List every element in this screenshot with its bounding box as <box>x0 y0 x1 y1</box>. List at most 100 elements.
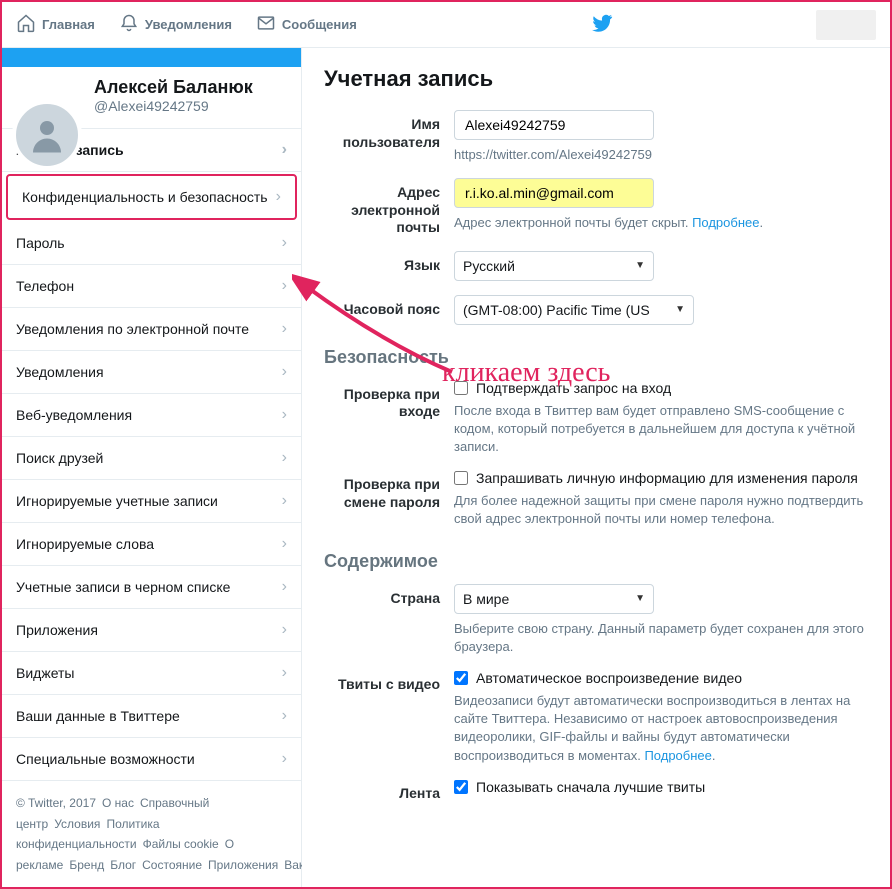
email-hint: Адрес электронной почты будет скрыт. Под… <box>454 214 868 232</box>
chevron-right-icon: › <box>282 277 287 295</box>
sidebar-item-11[interactable]: Приложения› <box>2 609 301 652</box>
username-input[interactable] <box>454 110 654 140</box>
sidebar-item-14[interactable]: Специальные возможности› <box>2 738 301 781</box>
chevron-down-icon: ▼ <box>675 304 685 315</box>
email-input[interactable] <box>454 178 654 208</box>
chevron-right-icon: › <box>282 320 287 338</box>
chevron-right-icon: › <box>282 707 287 725</box>
sidebar-item-label: Учетные записи в черном списке <box>16 579 230 595</box>
sidebar-item-5[interactable]: Уведомления › <box>2 351 301 394</box>
sidebar-item-3[interactable]: Телефон› <box>2 265 301 308</box>
sidebar-item-4[interactable]: Уведомления по электронной почте › <box>2 308 301 351</box>
label-language: Язык <box>324 251 454 275</box>
footer-link[interactable]: Приложения <box>208 858 278 872</box>
sidebar-item-8[interactable]: Игнорируемые учетные записи › <box>2 480 301 523</box>
sidebar-item-label: Игнорируемые слова <box>16 536 154 552</box>
chevron-right-icon: › <box>282 363 287 381</box>
label-pw-change: Проверка при смене пароля <box>324 470 454 511</box>
sidebar-item-13[interactable]: Ваши данные в Твиттере › <box>2 695 301 738</box>
nav-messages-label: Сообщения <box>282 17 357 32</box>
video-autoplay-checkbox[interactable] <box>454 671 468 685</box>
pw-change-hint: Для более надежной защиты при смене паро… <box>454 492 868 528</box>
sidebar-item-10[interactable]: Учетные записи в черном списке › <box>2 566 301 609</box>
country-select[interactable]: В мире▼ <box>454 584 654 614</box>
footer-link[interactable]: Условия <box>54 817 100 831</box>
sidebar-item-label: Виджеты <box>16 665 75 681</box>
chevron-right-icon: › <box>282 492 287 510</box>
label-feed: Лента <box>324 779 454 803</box>
bell-icon <box>119 13 139 36</box>
envelope-icon <box>256 13 276 36</box>
footer-link[interactable]: Блог <box>110 858 136 872</box>
sidebar-item-6[interactable]: Веб-уведомления › <box>2 394 301 437</box>
chevron-right-icon: › <box>282 141 287 159</box>
footer-link[interactable]: Файлы cookie <box>143 837 219 851</box>
sidebar-item-label: Конфиденциальность и безопасность <box>22 189 268 205</box>
section-content: Содержимое <box>324 551 868 572</box>
chevron-down-icon: ▼ <box>635 260 645 271</box>
login-verify-hint: После входа в Твиттер вам будет отправле… <box>454 402 868 457</box>
nav-notifications[interactable]: Уведомления <box>119 13 232 36</box>
footer-copyright: © Twitter, 2017 <box>16 796 96 810</box>
sidebar-item-label: Веб-уведомления <box>16 407 132 423</box>
sidebar-item-label: Ваши данные в Твиттере <box>16 708 180 724</box>
language-select[interactable]: Русский▼ <box>454 251 654 281</box>
sidebar-item-label: Приложения <box>16 622 98 638</box>
chevron-right-icon: › <box>282 234 287 252</box>
chevron-right-icon: › <box>282 406 287 424</box>
nav-messages[interactable]: Сообщения <box>256 13 357 36</box>
home-icon <box>16 13 36 36</box>
label-timezone: Часовой пояс <box>324 295 454 319</box>
sidebar-item-2[interactable]: Пароль › <box>2 222 301 265</box>
label-username: Имя пользователя <box>324 110 454 151</box>
settings-menu: Учетная запись›Конфиденциальность и безо… <box>2 128 301 781</box>
country-hint: Выберите свою страну. Данный параметр бу… <box>454 620 868 656</box>
sidebar-item-label: Игнорируемые учетные записи <box>16 493 218 509</box>
page-title: Учетная запись <box>324 66 868 92</box>
username-url: https://twitter.com/Alexei49242759 <box>454 146 868 164</box>
chevron-down-icon: ▼ <box>635 593 645 604</box>
sidebar-item-label: Уведомления <box>16 364 104 380</box>
label-video: Твиты с видео <box>324 670 454 694</box>
sidebar-item-1[interactable]: Конфиденциальность и безопасность › <box>6 174 297 220</box>
footer-link[interactable]: Состояние <box>142 858 202 872</box>
label-email: Адрес электронной почты <box>324 178 454 237</box>
sidebar-item-7[interactable]: Поиск друзей › <box>2 437 301 480</box>
annotation-text: кликаем здесь <box>442 357 610 389</box>
chevron-right-icon: › <box>282 578 287 596</box>
sidebar-item-9[interactable]: Игнорируемые слова› <box>2 523 301 566</box>
main-panel: Учетная запись Имя пользователя https://… <box>302 48 890 887</box>
footer-link[interactable]: Бренд <box>69 858 104 872</box>
nav-home-label: Главная <box>42 17 95 32</box>
timezone-select[interactable]: (GMT-08:00) Pacific Time (US▼ <box>454 295 694 325</box>
nav-home[interactable]: Главная <box>16 13 95 36</box>
chevron-right-icon: › <box>282 449 287 467</box>
header-avatar[interactable] <box>816 10 876 40</box>
profile-cover <box>2 48 301 67</box>
avatar[interactable] <box>12 100 82 170</box>
top-nav: Главная Уведомления Сообщения <box>2 2 890 48</box>
twitter-logo-icon <box>591 12 613 37</box>
nav-notifications-label: Уведомления <box>145 17 232 32</box>
email-learn-more-link[interactable]: Подробнее <box>692 215 759 230</box>
sidebar-item-label: Пароль <box>16 235 65 251</box>
chevron-right-icon: › <box>276 188 281 206</box>
app-frame: Главная Уведомления Сообщения Алексей Ба… <box>0 0 892 889</box>
pw-change-checkbox-row[interactable]: Запрашивать личную информацию для измене… <box>454 470 868 486</box>
feed-best-checkbox[interactable] <box>454 780 468 794</box>
label-login-verify: Проверка при входе <box>324 380 454 421</box>
pw-change-checkbox[interactable] <box>454 471 468 485</box>
feed-best-row[interactable]: Показывать сначала лучшие твиты <box>454 779 868 795</box>
sidebar-item-label: Уведомления по электронной почте <box>16 321 249 337</box>
username: @Alexei49242759 <box>94 98 287 114</box>
sidebar-item-label: Специальные возможности <box>16 751 195 767</box>
display-name: Алексей Баланюк <box>94 77 287 98</box>
video-autoplay-row[interactable]: Автоматическое воспроизведение видео <box>454 670 868 686</box>
sidebar-item-label: Поиск друзей <box>16 450 103 466</box>
footer-links: © Twitter, 2017О насСправочный центрУсло… <box>2 781 301 887</box>
video-hint: Видеозаписи будут автоматически воспроиз… <box>454 692 868 765</box>
footer-link[interactable]: О нас <box>102 796 134 810</box>
sidebar: Алексей Баланюк @Alexei49242759 Учетная … <box>2 48 302 887</box>
video-learn-more-link[interactable]: Подробнее <box>644 748 711 763</box>
sidebar-item-12[interactable]: Виджеты› <box>2 652 301 695</box>
